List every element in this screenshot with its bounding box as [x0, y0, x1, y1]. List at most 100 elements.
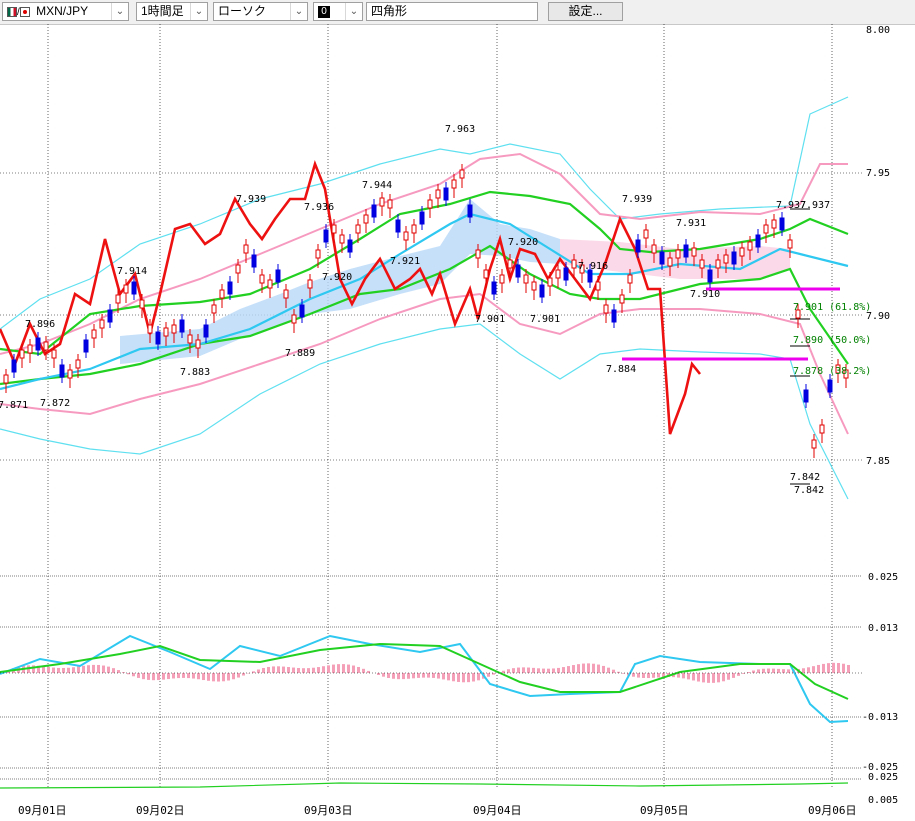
- macd-bar: [272, 666, 275, 673]
- macd-bar: [607, 667, 610, 673]
- candle-body: [203, 324, 209, 338]
- candle-body: [827, 379, 833, 393]
- macd-bar: [487, 673, 490, 677]
- macd-bar: [572, 665, 575, 673]
- macd-bar: [162, 673, 165, 680]
- macd-bar: [777, 668, 780, 673]
- macd-bar: [542, 668, 545, 673]
- toolbar: / MXN/JPY ⌄ 1時間足 ⌄ ローソク ⌄ 0 ⌄ 四角形 設定...: [0, 0, 915, 25]
- time-axis: 09月01日 09月02日 09月03日 09月04日 09月05日 09月06…: [18, 804, 857, 817]
- candle-body: [3, 374, 9, 384]
- candle-body: [59, 364, 65, 378]
- candle-body: [267, 279, 273, 289]
- candle-body: [715, 259, 721, 269]
- drawing-tool-field[interactable]: 四角形: [366, 2, 538, 21]
- candle-body: [91, 329, 97, 339]
- chart-area[interactable]: 7.896 7.871 7.872 7.914 7.883 7.939 7.936 7.889…: [0, 24, 915, 821]
- candle-body: [259, 274, 265, 284]
- indicator-axis-label: 0.025: [868, 572, 898, 583]
- price-mark-label: 7.842: [794, 485, 824, 496]
- chart-style-select[interactable]: ローソク ⌄: [213, 2, 308, 21]
- macd-bar: [357, 666, 360, 673]
- price-mark-label: 7.871: [0, 400, 28, 411]
- macd-bar: [177, 673, 180, 679]
- macd-bar: [737, 673, 740, 676]
- macd-bar: [172, 673, 175, 679]
- macd-bar: [117, 670, 120, 673]
- candle-body: [371, 204, 377, 218]
- settings-button[interactable]: 設定...: [548, 2, 623, 21]
- candle-body: [179, 319, 185, 333]
- price-mark-label: 7.931: [676, 218, 706, 229]
- chevron-down-icon[interactable]: ⌄: [190, 3, 207, 20]
- candle-body: [67, 369, 73, 379]
- price-axis-label: 7.95: [866, 168, 890, 179]
- macd-bar: [337, 664, 340, 673]
- macd-bar: [387, 673, 390, 678]
- candle-body: [731, 251, 737, 265]
- macd-bar: [727, 673, 730, 680]
- macd-bar: [352, 665, 355, 673]
- color-select[interactable]: 0 ⌄: [313, 2, 363, 21]
- chevron-down-icon[interactable]: ⌄: [345, 3, 362, 20]
- macd-bar: [187, 673, 190, 679]
- candle-body: [419, 211, 425, 225]
- macd-bar: [157, 673, 160, 681]
- macd-bar: [562, 667, 565, 673]
- macd-bar: [302, 668, 305, 673]
- macd-bar: [262, 667, 265, 673]
- time-axis-label: 09月02日: [136, 804, 185, 817]
- macd-bar: [592, 663, 595, 673]
- macd-bar: [612, 669, 615, 673]
- macd-bar: [457, 673, 460, 682]
- macd-bar: [687, 673, 690, 680]
- chevron-down-icon[interactable]: ⌄: [290, 3, 307, 20]
- candle-body: [283, 289, 289, 299]
- macd-bar: [307, 668, 310, 673]
- chevron-down-icon[interactable]: ⌄: [111, 3, 128, 20]
- candle-body: [491, 281, 497, 295]
- macd-bar: [832, 662, 835, 673]
- fib-level-label: 7.878 (38.2%): [793, 366, 871, 377]
- price-axis-label: 7.85: [866, 456, 890, 467]
- candle-body: [347, 239, 353, 253]
- macd-bar: [222, 673, 225, 682]
- candle-body: [403, 231, 409, 241]
- fib-level-label: 7.901 (61.8%): [793, 302, 871, 313]
- time-axis-label: 09月05日: [640, 804, 689, 817]
- macd-bar: [147, 673, 150, 680]
- macd-bar: [362, 668, 365, 673]
- macd-bar: [107, 666, 110, 673]
- indicator-axis-label: 0.025: [868, 772, 898, 783]
- price-mark-label: 7.884: [606, 364, 636, 375]
- candle-body: [691, 247, 697, 257]
- candle-body: [555, 269, 561, 279]
- candle-body: [379, 197, 385, 207]
- candle-body: [99, 319, 105, 329]
- candle-body: [659, 251, 665, 265]
- candle-body: [307, 279, 313, 289]
- candle-body: [75, 359, 81, 369]
- price-mark-label: 7.914: [117, 266, 147, 277]
- candle-body: [635, 239, 641, 253]
- candle-body: [123, 284, 129, 294]
- bollinger-inner-bands: [0, 152, 849, 435]
- macd-bar: [452, 673, 455, 682]
- currency-pair-select[interactable]: / MXN/JPY ⌄: [2, 2, 129, 21]
- timeframe-label: 1時間足: [141, 4, 184, 18]
- macd-bar: [427, 673, 430, 678]
- drawing-tool-label: 四角形: [371, 4, 408, 18]
- mexico-flag-icon: [7, 6, 17, 17]
- macd-bar: [112, 668, 115, 673]
- candle-body: [451, 179, 457, 189]
- macd-bar: [837, 662, 840, 673]
- timeframe-select[interactable]: 1時間足 ⌄: [136, 2, 208, 21]
- macd-bar: [817, 664, 820, 673]
- macd-bar: [822, 663, 825, 673]
- macd-bar: [422, 673, 425, 678]
- macd-bar: [227, 673, 230, 681]
- macd-bar: [467, 673, 470, 683]
- candle-body: [427, 199, 433, 209]
- macd-bar: [462, 673, 465, 683]
- macd-bar: [842, 663, 845, 673]
